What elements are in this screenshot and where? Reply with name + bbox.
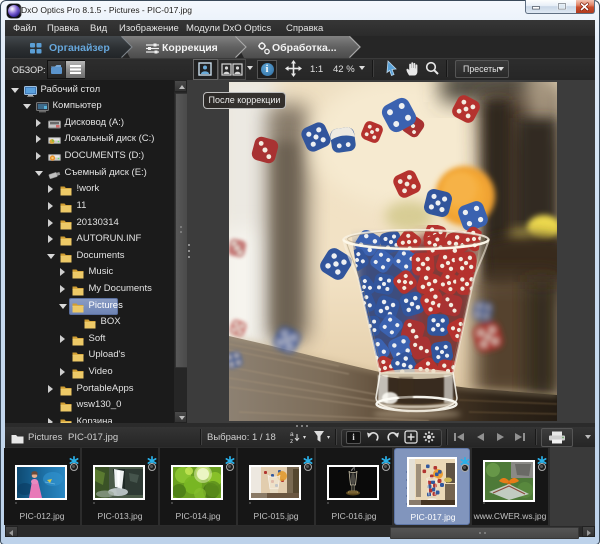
svg-text:a: a xyxy=(290,431,294,438)
svg-text:z: z xyxy=(290,438,293,444)
